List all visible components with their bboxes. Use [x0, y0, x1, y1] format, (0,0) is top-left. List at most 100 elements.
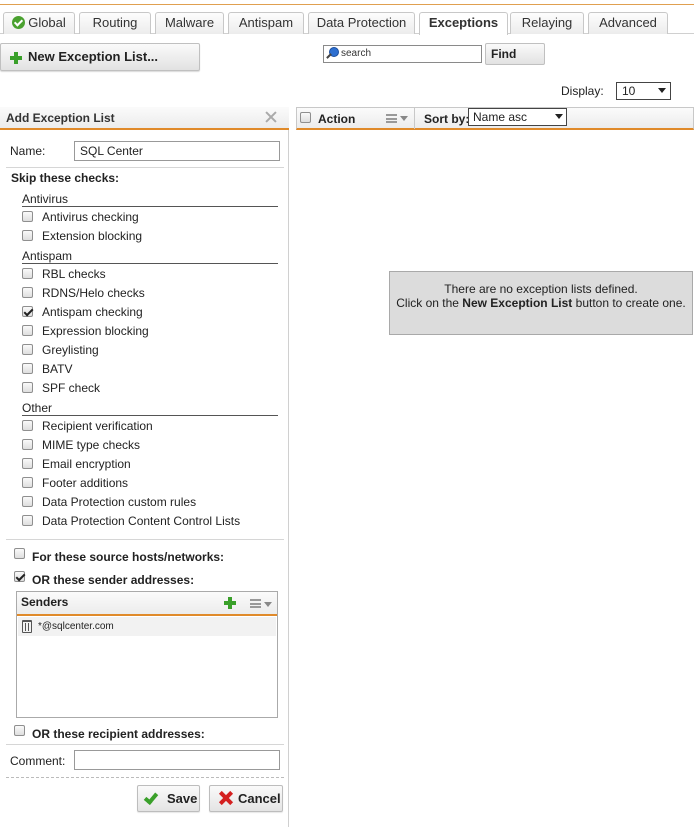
cancel-button[interactable]: Cancel [209, 785, 283, 812]
sender-addresses-checkbox[interactable] [14, 571, 25, 582]
dp-custom-rules-label: Data Protection custom rules [42, 495, 197, 509]
dp-content-control-checkbox[interactable] [22, 515, 33, 526]
footer-additions-label: Footer additions [42, 476, 129, 490]
tab-label: Relaying [521, 15, 573, 30]
save-button-label: Save [167, 791, 198, 806]
tab-label: Routing [92, 15, 138, 30]
action-column-label: Action [318, 112, 356, 126]
group-antivirus-heading: Antivirus [22, 193, 278, 207]
cancel-button-label: Cancel [238, 791, 281, 806]
sort-by-select[interactable]: Name asc [468, 108, 567, 126]
comment-label: Comment: [10, 754, 66, 768]
group-other-heading: Other [22, 402, 278, 416]
recipient-verification-label: Recipient verification [42, 419, 153, 433]
chevron-down-icon[interactable] [264, 602, 272, 607]
rbl-checks-label: RBL checks [42, 267, 106, 281]
chevron-down-icon[interactable] [400, 116, 408, 121]
divider [6, 539, 284, 540]
antivirus-checking-checkbox[interactable] [22, 211, 33, 222]
tab-malware[interactable]: Malware [155, 12, 224, 34]
footer-additions-checkbox[interactable] [22, 477, 33, 488]
sender-addresses-label: OR these sender addresses: [32, 573, 195, 587]
check-circle-icon [12, 16, 26, 29]
group-antispam-heading: Antispam [22, 250, 278, 264]
checkmark-icon [143, 789, 159, 806]
extension-blocking-label: Extension blocking [42, 229, 143, 243]
recipient-addresses-checkbox[interactable] [14, 725, 25, 736]
close-icon[interactable] [265, 111, 277, 123]
tab-label: Advanced [599, 15, 657, 30]
mime-type-checks-checkbox[interactable] [22, 439, 33, 450]
new-exception-list-label: New Exception List... [28, 49, 159, 64]
list-menu-icon[interactable] [386, 114, 397, 123]
list-item[interactable]: *@sqlcenter.com [18, 617, 276, 636]
greylisting-checkbox[interactable] [22, 344, 33, 355]
name-label: Name: [10, 144, 46, 158]
divider [6, 777, 284, 778]
divider [6, 744, 284, 745]
email-encryption-checkbox[interactable] [22, 458, 33, 469]
display-select-value: 10 [622, 84, 636, 98]
email-encryption-label: Email encryption [42, 457, 131, 471]
extension-blocking-checkbox[interactable] [22, 230, 33, 241]
sort-by-value: Name asc [473, 110, 528, 124]
spf-check-checkbox[interactable] [22, 382, 33, 393]
batv-checkbox[interactable] [22, 363, 33, 374]
tab-label: Antispam [238, 15, 294, 30]
tab-global[interactable]: Global [3, 12, 75, 34]
tab-label: Malware [164, 15, 215, 30]
antispam-checking-label: Antispam checking [42, 305, 143, 319]
skip-checks-heading: Skip these checks: [11, 171, 120, 185]
tab-bar: Global Routing Malware Antispam Data Pro… [0, 0, 694, 35]
rbl-checks-checkbox[interactable] [22, 268, 33, 279]
expression-blocking-checkbox[interactable] [22, 325, 33, 336]
add-sender-icon[interactable] [224, 597, 236, 609]
rdns-helo-label: RDNS/Helo checks [42, 286, 145, 300]
empty-state-text: button to create one. [572, 296, 686, 310]
dp-content-control-label: Data Protection Content Control Lists [42, 514, 241, 528]
name-field[interactable]: SQL Center [74, 141, 280, 161]
chevron-down-icon [555, 114, 563, 119]
tab-advanced[interactable]: Advanced [588, 12, 668, 34]
save-button[interactable]: Save [137, 785, 200, 812]
display-select[interactable]: 10 [616, 82, 671, 100]
empty-state-bold: New Exception List [462, 296, 573, 310]
senders-title: Senders [21, 595, 69, 609]
tab-label: Exceptions [428, 15, 499, 30]
search-input-value: search [341, 48, 372, 59]
tab-bar-top-line [0, 4, 694, 5]
tab-antispam[interactable]: Antispam [228, 12, 304, 34]
tab-data-protection[interactable]: Data Protection [308, 12, 415, 34]
find-button-label: Find [491, 47, 517, 61]
display-label: Display: [561, 84, 604, 98]
trash-icon[interactable] [22, 620, 32, 633]
panel-header: Add Exception List [0, 107, 289, 130]
plus-icon [10, 52, 22, 64]
rdns-helo-checkbox[interactable] [22, 287, 33, 298]
source-hosts-checkbox[interactable] [14, 548, 25, 559]
column-separator [414, 108, 415, 129]
tab-label: Global [28, 15, 66, 30]
greylisting-label: Greylisting [42, 343, 99, 357]
select-all-checkbox[interactable] [300, 112, 311, 123]
source-hosts-label: For these source hosts/networks: [32, 550, 225, 564]
new-exception-list-button[interactable]: New Exception List... [0, 43, 200, 71]
divider [6, 167, 284, 168]
search-icon [326, 47, 339, 59]
sort-by-label: Sort by: [424, 112, 470, 126]
antispam-checking-checkbox[interactable] [22, 306, 33, 317]
tab-exceptions[interactable]: Exceptions [419, 12, 508, 35]
list-menu-icon[interactable] [250, 599, 261, 608]
dp-custom-rules-checkbox[interactable] [22, 496, 33, 507]
comment-field[interactable] [74, 750, 280, 770]
senders-header: Senders [17, 592, 277, 616]
tab-relaying[interactable]: Relaying [510, 12, 584, 34]
find-button[interactable]: Find [485, 43, 545, 65]
search-input[interactable]: search [323, 45, 482, 63]
close-icon [219, 791, 233, 805]
recipient-verification-checkbox[interactable] [22, 420, 33, 431]
tab-routing[interactable]: Routing [79, 12, 151, 34]
sender-address: *@sqlcenter.com [38, 621, 114, 632]
empty-state-line1: There are no exception lists defined. [444, 282, 638, 296]
tab-label: Data Protection [316, 15, 407, 30]
